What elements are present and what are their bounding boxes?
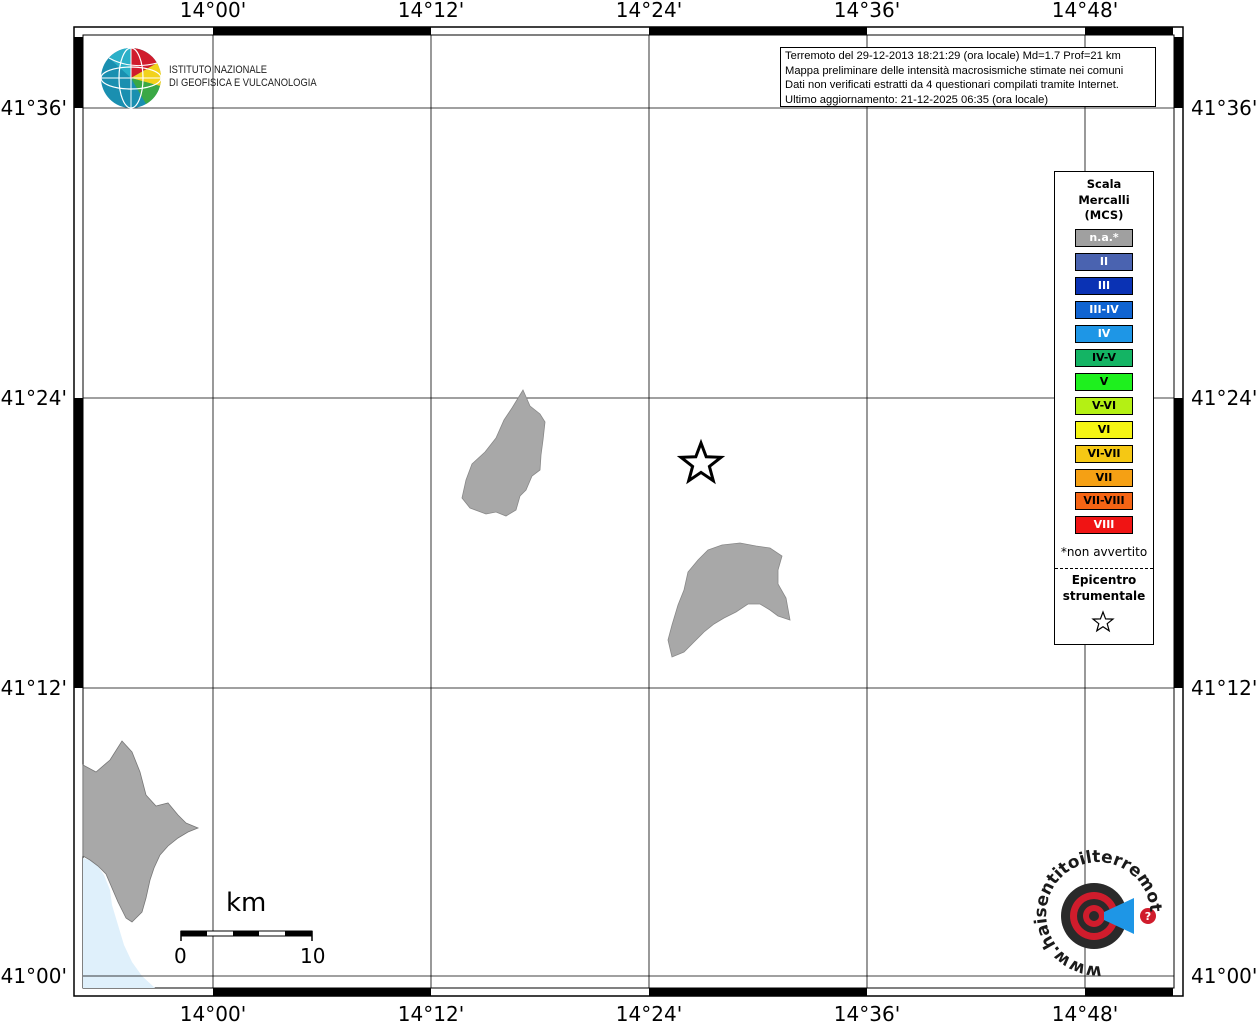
map-outer-frame: [73, 26, 1184, 997]
event-info-line: Dati non verificati estratti da 4 questi…: [785, 79, 1119, 91]
legend-item: VIII: [1075, 516, 1133, 535]
legend-item: VII-VIII: [1075, 492, 1133, 511]
lon-label: 14°12': [398, 0, 464, 22]
legend-title-line2: Mercalli: [1078, 192, 1130, 207]
lon-label: 14°48': [1052, 0, 1118, 22]
lat-label: 41°36': [1, 96, 67, 120]
legend-item: VII: [1075, 468, 1133, 487]
legend-title-line1: Scala: [1086, 177, 1122, 191]
institute-name-line2: DI GEOFISICA E VULCANOLOGIA: [169, 77, 317, 89]
scalebar-end: 10: [300, 944, 326, 968]
lon-label: 14°48': [1052, 1002, 1118, 1024]
lon-label: 14°00': [180, 1002, 246, 1024]
scale-bar: [180, 930, 313, 941]
lon-label: 14°24': [616, 0, 682, 22]
lon-label: 14°12': [398, 1002, 464, 1024]
legend-title: Scala Mercalli (MCS): [1055, 177, 1153, 224]
island-santo-stefano: [667, 542, 791, 658]
legend-divider: [1055, 568, 1153, 569]
epicenter-star-icon: [676, 438, 726, 485]
latitude-labels-left: 41°36' 41°24' 41°12' 41°00': [1, 96, 67, 988]
lat-label: 41°24': [1191, 386, 1256, 410]
legend-epicenter-line1: Epicentro: [1071, 573, 1137, 587]
event-info-line: Mappa preliminare delle intensità macros…: [785, 64, 1124, 77]
lat-label: 41°24': [1, 386, 67, 410]
lon-label: 14°00': [180, 0, 246, 22]
legend-note: *non avvertito: [1060, 545, 1148, 559]
longitude-labels-top: 14°00' 14°12' 14°24' 14°36' 14°48': [180, 0, 1118, 22]
legend-epicenter-line2: strumentale: [1062, 589, 1146, 603]
legend-star-icon: [1091, 610, 1115, 633]
lon-label: 14°24': [616, 1002, 682, 1024]
ingv-logo-icon: [100, 47, 162, 109]
lat-label: 41°12': [1191, 676, 1256, 700]
event-info-line: Ultimo aggiornamento: 21-12-2025 06:35 (…: [785, 93, 1049, 106]
event-info-box: Terremoto del 29-12-2013 18:21:29 (ora l…: [780, 47, 1156, 107]
legend-item: III-IV: [1075, 300, 1133, 319]
lat-label: 41°36': [1191, 96, 1256, 120]
scalebar-unit: km: [226, 888, 267, 918]
map-inner-frame: [82, 34, 1175, 989]
legend-item: IV-V: [1075, 348, 1133, 367]
lat-label: 41°12': [1, 676, 67, 700]
mcs-legend: Scala Mercalli (MCS) n.a.* II III III-IV IV I…: [1054, 171, 1154, 645]
graticule: [83, 35, 1174, 988]
legend-item: V-VI: [1075, 396, 1133, 415]
legend-item: III: [1075, 276, 1133, 295]
lon-label: 14°36': [834, 0, 900, 22]
legend-item: IV: [1075, 324, 1133, 343]
legend-item: II: [1075, 252, 1133, 271]
lon-label: 14°36': [834, 1002, 900, 1024]
legend-title-line3: (MCS): [1084, 208, 1124, 222]
legend-item: n.a.*: [1075, 229, 1133, 247]
legend-epicenter-label: Epicentro strumentale: [1055, 572, 1153, 604]
scalebar-start: 0: [174, 944, 187, 968]
institute-name: ISTITUTO NAZIONALE DI GEOFISICA E VULCAN…: [169, 64, 317, 90]
latitude-labels-right: 41°36' 41°24' 41°12' 41°00': [1191, 96, 1256, 988]
legend-item: V: [1075, 372, 1133, 391]
legend-item: VI-VII: [1075, 444, 1133, 463]
event-info-line: Terremoto del 29-12-2013 18:21:29 (ora l…: [785, 50, 1121, 62]
island-ventotene: [461, 389, 546, 517]
lat-label: 41°00': [1191, 964, 1256, 988]
institute-name-line1: ISTITUTO NAZIONALE: [169, 64, 268, 76]
longitude-labels-bottom: 14°00' 14°12' 14°24' 14°36' 14°48': [180, 1002, 1118, 1024]
map-frame-bars: [74, 27, 1183, 996]
lat-label: 41°00': [1, 964, 67, 988]
legend-item: VI: [1075, 420, 1133, 439]
